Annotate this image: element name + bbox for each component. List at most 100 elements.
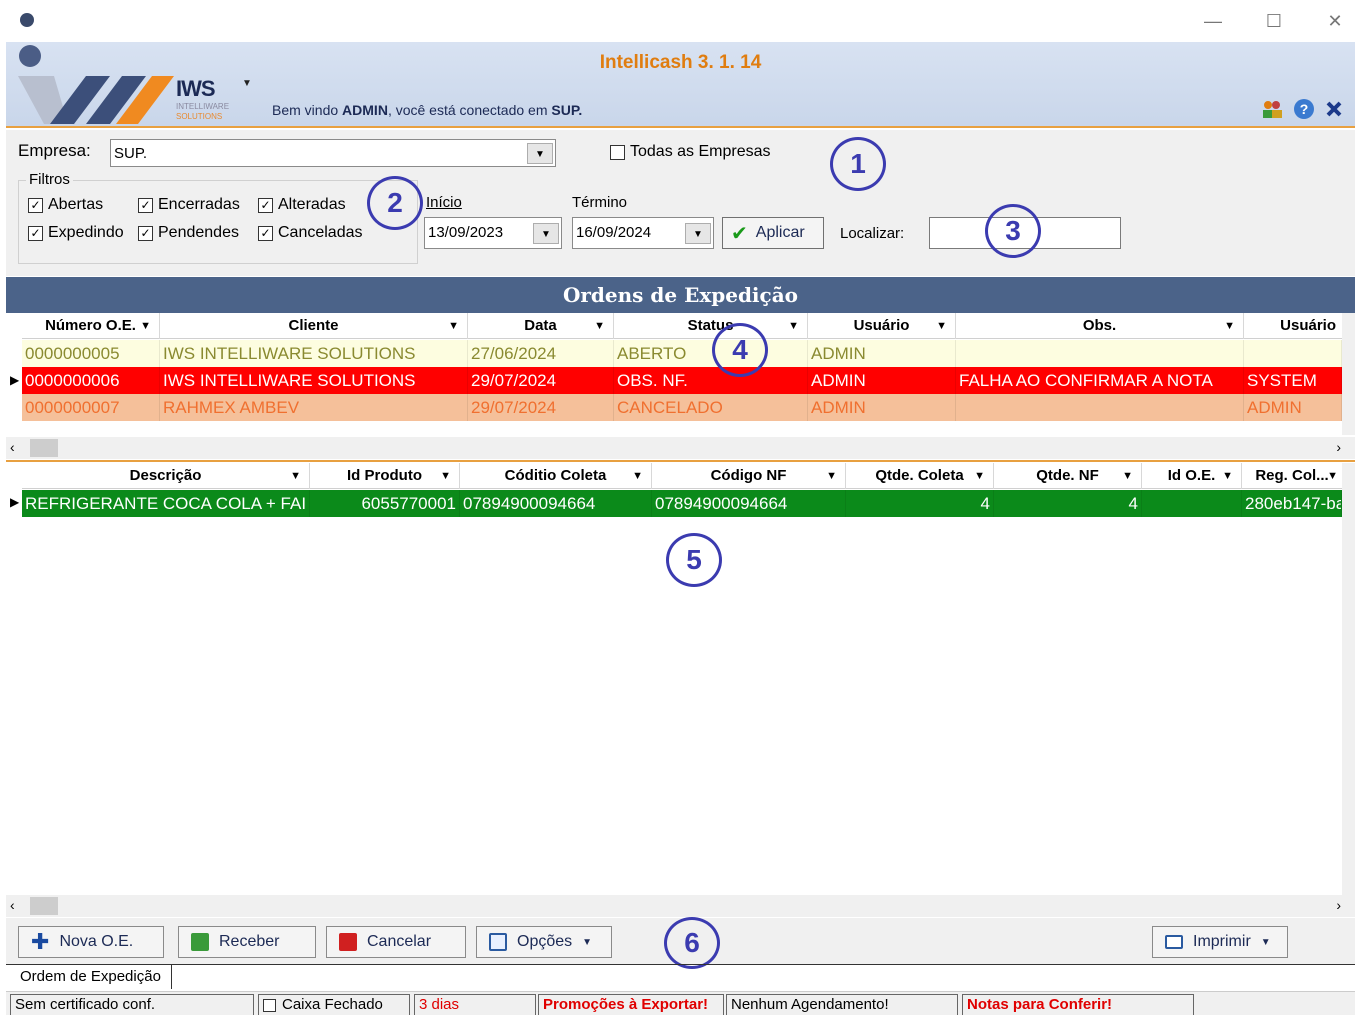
itens-vertical-scrollbar[interactable] [1342,463,1355,895]
canceladas-checkbox[interactable]: ✓ Canceladas [258,224,363,242]
ordens-grid-title: Ordens de Expedição [6,277,1355,313]
col-id-produto[interactable]: Id Produto ▼ [310,463,460,489]
table-row-selected[interactable]: REFRIGERANTE COCA COLA + FAI 6055770001 … [22,490,1342,517]
scroll-thumb[interactable] [30,897,58,915]
chevron-down-icon[interactable]: ▼ [290,463,301,489]
chevron-down-icon[interactable]: ▼ [1327,463,1338,489]
annotation-badge-1: 1 [830,137,886,191]
col-status[interactable]: Status ▼ [614,313,808,339]
cell-usuario2: ADMIN [1244,394,1342,421]
col-qtde-coleta[interactable]: Qtde. Coleta ▼ [846,463,994,489]
ordens-vertical-scrollbar[interactable] [1342,313,1355,435]
close-window-button[interactable]: ✕ [1320,8,1350,34]
col-data[interactable]: Data ▼ [468,313,614,339]
printer-icon [1165,935,1183,949]
chevron-down-icon[interactable]: ▼ [527,143,553,164]
cell-cliente: IWS INTELLIWARE SOLUTIONS [160,367,468,394]
col-codigo-coleta[interactable]: Códitio Coleta ▼ [460,463,652,489]
brand-subtitle: INTELLIWARE [176,102,230,111]
empresa-select[interactable]: SUP. ▼ [110,139,556,167]
col-numero-oe[interactable]: Número O.E. ▼ [22,313,160,339]
chevron-down-icon[interactable]: ▼ [1122,463,1133,489]
check-icon[interactable]: ✓ [138,197,153,213]
col-codigo-nf[interactable]: Código NF ▼ [652,463,846,489]
help-icon[interactable]: ? [1293,98,1315,120]
col-usuario-2[interactable]: Usuário [1244,313,1342,339]
splitter[interactable] [6,460,1355,462]
scroll-right-icon[interactable]: › [1336,897,1341,913]
exit-icon[interactable] [1325,100,1343,118]
chevron-down-icon[interactable]: ▼ [826,463,837,489]
table-row[interactable]: 0000000007 RAHMEX AMBEV 29/07/2024 CANCE… [22,394,1342,421]
chevron-down-icon[interactable]: ▼ [1224,313,1235,339]
scroll-left-icon[interactable]: ‹ [10,439,15,455]
inicio-date-picker[interactable]: 13/09/2023 ▼ [424,217,562,249]
chevron-down-icon[interactable]: ▼ [632,463,643,489]
users-icon[interactable] [1261,99,1283,119]
col-descricao[interactable]: Descrição ▼ [22,463,310,489]
chevron-down-icon[interactable]: ▼ [594,313,605,339]
inicio-label: Início [426,194,462,211]
itens-horizontal-scrollbar[interactable]: ‹ › [6,895,1355,917]
col-cliente[interactable]: Cliente ▼ [160,313,468,339]
cell-usuario2 [1244,340,1342,367]
col-label: Códitio Coleta [504,467,607,484]
col-reg-col[interactable]: Reg. Col... ▼ [1242,463,1342,489]
check-icon[interactable]: ✓ [28,197,43,213]
scroll-thumb[interactable] [30,439,58,457]
col-usuario[interactable]: Usuário ▼ [808,313,956,339]
welcome-prefix: Bem vindo [272,102,343,118]
table-row[interactable]: 0000000005 IWS INTELLIWARE SOLUTIONS 27/… [22,340,1342,367]
check-icon[interactable]: ✓ [28,225,43,241]
cancelar-button[interactable]: Cancelar [326,926,466,958]
svg-text:?: ? [1300,101,1309,117]
status-caixa-label: Caixa Fechado [282,996,383,1013]
encerradas-checkbox[interactable]: ✓ Encerradas [138,196,240,214]
termino-date-picker[interactable]: 16/09/2024 ▼ [572,217,714,249]
check-icon[interactable]: ✓ [258,197,273,213]
scroll-left-icon[interactable]: ‹ [10,897,15,913]
check-icon[interactable]: ✓ [138,225,153,241]
welcome-user: ADMIN [342,102,388,118]
col-label: Código NF [710,467,787,484]
opcoes-button[interactable]: Opções ▼ [476,926,612,958]
abertas-checkbox[interactable]: ✓ Abertas [28,196,103,214]
expedindo-checkbox[interactable]: ✓ Expedindo [28,224,124,242]
ordens-horizontal-scrollbar[interactable]: ‹ › [6,437,1355,459]
cell-status: CANCELADO [614,394,808,421]
status-promocoes[interactable]: Promoções à Exportar! [538,994,724,1015]
checkbox-box[interactable] [610,144,625,160]
nova-oe-button[interactable]: ✚ Nova O.E. [18,926,164,958]
col-id-oe[interactable]: Id O.E. ▼ [1142,463,1242,489]
table-row-selected[interactable]: 0000000006 IWS INTELLIWARE SOLUTIONS 29/… [22,367,1342,394]
chevron-down-icon[interactable]: ▼ [1222,463,1233,489]
chevron-down-icon[interactable]: ▼ [440,463,451,489]
chevron-down-icon[interactable]: ▼ [533,223,559,244]
maximize-button[interactable]: ☐ [1259,8,1289,34]
chevron-down-icon[interactable]: ▼ [936,313,947,339]
imprimir-button[interactable]: Imprimir ▼ [1152,926,1288,958]
scroll-right-icon[interactable]: › [1336,439,1341,455]
pendendes-checkbox[interactable]: ✓ Pendendes [138,224,239,242]
minimize-button[interactable]: — [1198,8,1228,34]
col-obs[interactable]: Obs. ▼ [956,313,1244,339]
opcoes-label: Opções [517,933,573,950]
col-qtde-nf[interactable]: Qtde. NF ▼ [994,463,1142,489]
chevron-down-icon[interactable]: ▼ [448,313,459,339]
filtros-group [18,180,418,264]
brand-menu-caret-icon[interactable]: ▼ [242,78,252,89]
col-label: Qtde. Coleta [875,467,964,484]
chevron-down-icon[interactable]: ▼ [685,223,711,244]
check-icon[interactable]: ✓ [258,225,273,241]
chevron-down-icon[interactable]: ▼ [974,463,985,489]
alteradas-checkbox[interactable]: ✓ Alteradas [258,196,346,214]
tab-ordem-expedicao[interactable]: Ordem de Expedição [10,965,172,989]
todas-empresas-checkbox[interactable]: Todas as Empresas [610,143,771,161]
receber-button[interactable]: Receber [178,926,316,958]
chevron-down-icon[interactable]: ▼ [140,313,151,339]
aplicar-button[interactable]: ✔ Aplicar [722,217,824,249]
cell-obs [956,340,1244,367]
status-notas[interactable]: Notas para Conferir! [962,994,1194,1015]
chevron-down-icon[interactable]: ▼ [788,313,799,339]
encerradas-label: Encerradas [158,196,240,213]
